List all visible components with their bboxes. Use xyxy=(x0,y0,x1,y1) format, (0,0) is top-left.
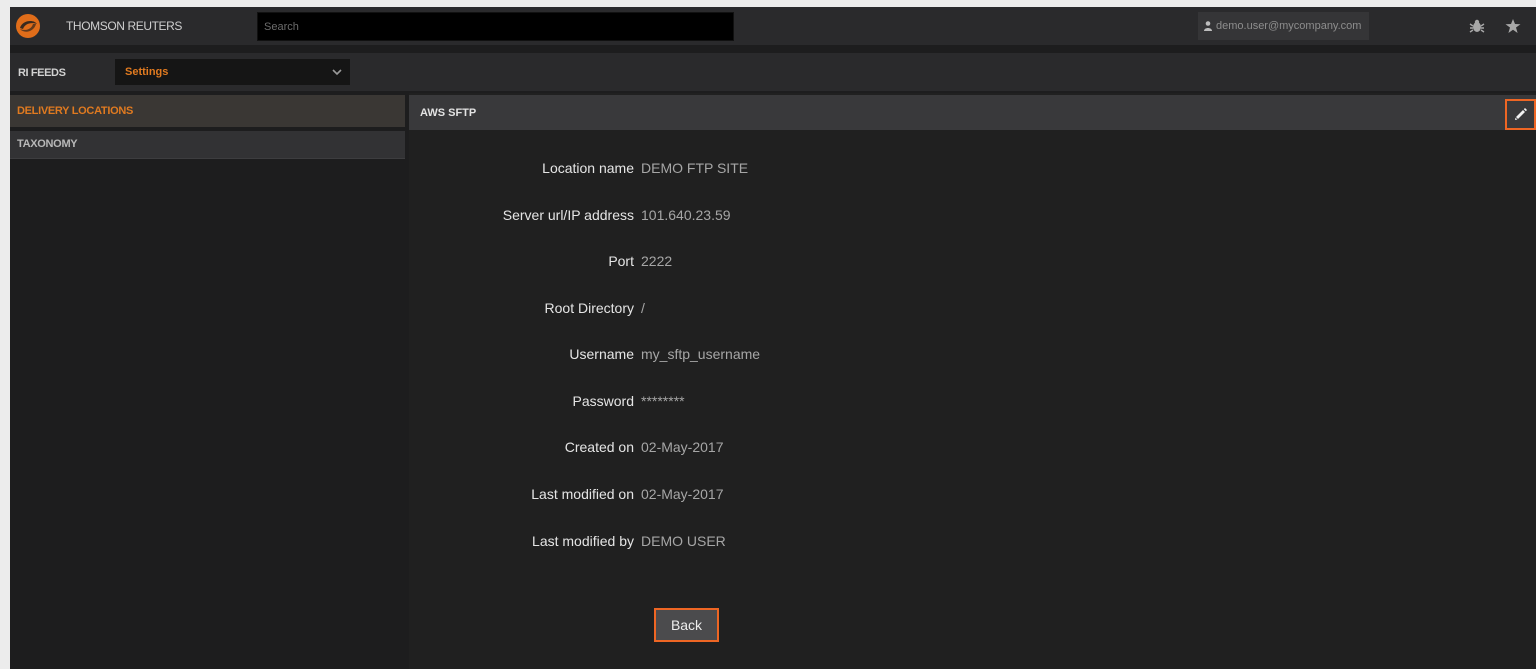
field-password: Password ******** xyxy=(409,393,1536,413)
field-value: DEMO FTP SITE xyxy=(641,160,749,176)
field-label: Location name xyxy=(542,160,634,176)
field-value: my_sftp_username xyxy=(641,346,761,362)
field-label: Created on xyxy=(564,439,634,455)
field-label: Username xyxy=(569,346,634,362)
field-root-directory: Root Directory / xyxy=(409,300,1536,320)
field-label: Last modified on xyxy=(531,486,634,502)
field-label: Last modified by xyxy=(532,533,634,549)
dropdown-selected-value: Settings xyxy=(125,66,169,78)
search-input[interactable] xyxy=(257,12,734,41)
panel-header: AWS SFTP xyxy=(409,95,1536,130)
user-icon xyxy=(1204,21,1212,31)
field-value: 101.640.23.59 xyxy=(641,207,731,223)
field-label: Root Directory xyxy=(544,300,634,316)
field-label: Server url/IP address xyxy=(502,207,634,223)
app-window: THOMSON REUTERS demo.user@mycompany.com … xyxy=(10,7,1536,669)
field-value: DEMO USER xyxy=(641,533,726,549)
field-value: ******** xyxy=(641,393,685,409)
settings-dropdown[interactable]: Settings xyxy=(115,59,350,85)
field-last-modified-by: Last modified by DEMO USER xyxy=(409,533,1536,553)
field-last-modified-on: Last modified on 02-May-2017 xyxy=(409,486,1536,506)
field-port: Port 2222 xyxy=(409,253,1536,273)
back-button[interactable]: Back xyxy=(654,608,719,642)
details-panel: AWS SFTP Location name DEMO FTP SITE Ser… xyxy=(409,93,1536,669)
sidebar-item-delivery-locations[interactable]: DELIVERY LOCATIONS xyxy=(10,95,405,127)
sidebar: DELIVERY LOCATIONS TAXONOMY xyxy=(10,93,405,669)
field-username: Username my_sftp_username xyxy=(409,346,1536,366)
field-created-on: Created on 02-May-2017 xyxy=(409,439,1536,459)
section-label: RI FEEDS xyxy=(18,67,66,79)
top-bar: THOMSON REUTERS demo.user@mycompany.com xyxy=(10,7,1536,45)
user-menu[interactable]: demo.user@mycompany.com xyxy=(1198,12,1370,40)
field-value: 02-May-2017 xyxy=(641,486,724,502)
field-server-address: Server url/IP address 101.640.23.59 xyxy=(409,207,1536,227)
bug-icon[interactable] xyxy=(1469,19,1485,33)
user-email: demo.user@mycompany.com xyxy=(1216,20,1362,32)
field-label: Password xyxy=(572,393,634,409)
chevron-down-icon xyxy=(332,69,342,76)
field-label: Port xyxy=(608,253,634,269)
field-value: 2222 xyxy=(641,253,673,269)
field-location-name: Location name DEMO FTP SITE xyxy=(409,160,1536,180)
sidebar-item-taxonomy[interactable]: TAXONOMY xyxy=(10,131,405,159)
field-value: / xyxy=(641,300,645,316)
panel-title: AWS SFTP xyxy=(420,107,477,119)
sub-nav-bar: RI FEEDS Settings xyxy=(10,53,1536,91)
pencil-icon xyxy=(1515,108,1527,120)
logo-icon xyxy=(16,14,40,38)
star-icon[interactable] xyxy=(1505,19,1521,33)
edit-button[interactable] xyxy=(1505,99,1536,130)
field-value: 02-May-2017 xyxy=(641,439,724,455)
brand-name: THOMSON REUTERS xyxy=(66,19,183,33)
